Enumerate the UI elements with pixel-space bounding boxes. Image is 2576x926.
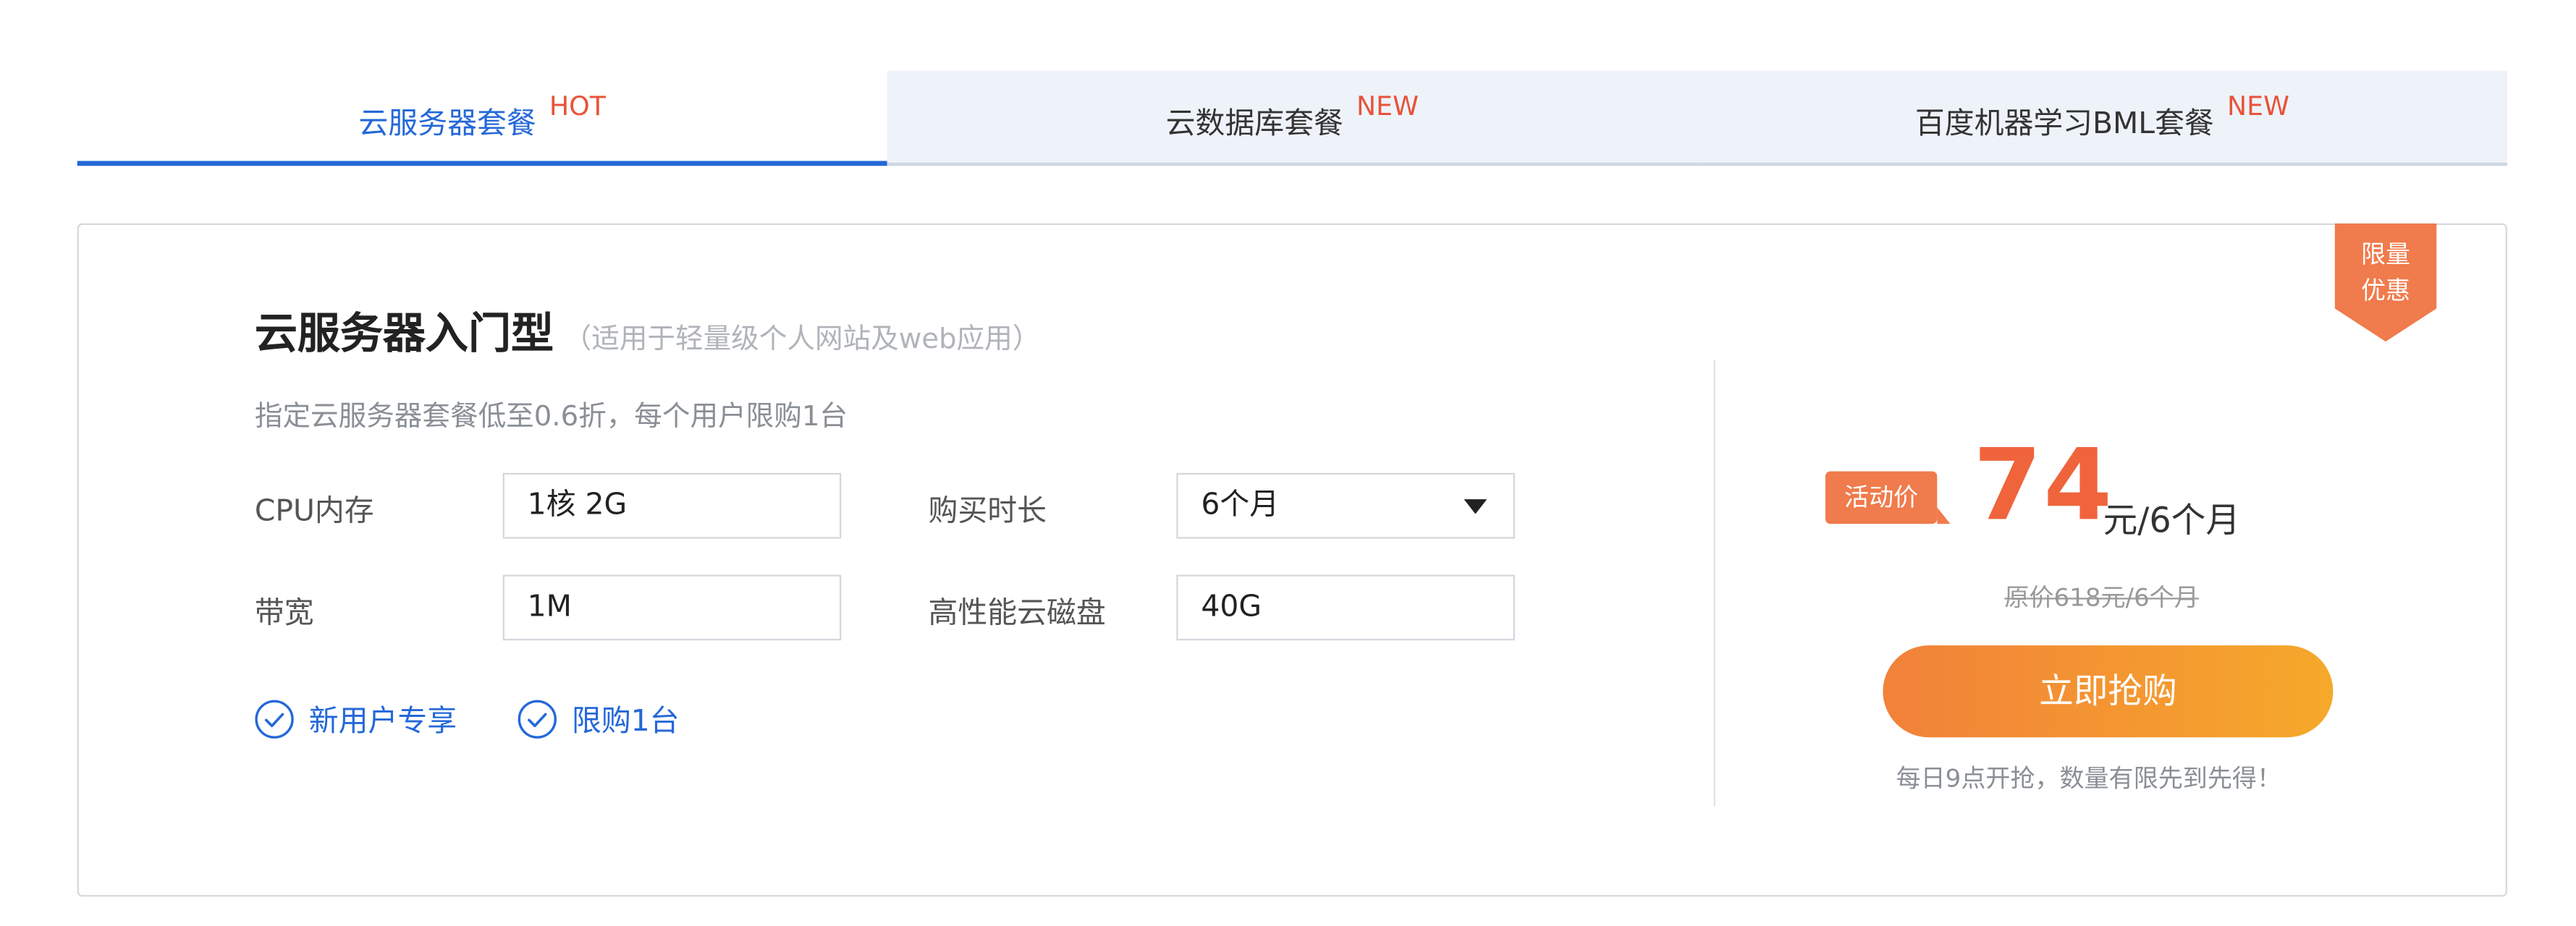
page: 云服务器套餐 HOT 云数据库套餐 NEW 百度机器学习BML套餐 NEW 限量 优惠… [0,0,2576,926]
original-price: 原价618元/6个月 [2004,582,2199,613]
buy-now-button[interactable]: 立即抢购 [1883,645,2334,738]
disk-label: 高性能云磁盘 [928,596,1106,631]
tab-label-wrap: 云数据库套餐 NEW [887,90,1697,143]
tab-label-wrap: 百度机器学习BML套餐 NEW [1697,90,2507,143]
tab-cloud-database[interactable]: 云数据库套餐 NEW [887,70,1697,166]
plan-subtitle: （适用于轻量级个人网站及web应用） [563,323,1041,357]
perk-label: 限购1台 [571,704,680,739]
check-circle-icon [518,700,557,739]
tab-badge-new: NEW [1356,90,1419,122]
cpu-memory-field[interactable]: 1核 2G [502,472,842,539]
tab-cloud-server-label: 云服务器套餐 [358,106,536,142]
plan-card: 限量 优惠 云服务器入门型 （适用于轻量级个人网站及web应用） 指定云服务器套餐… [77,223,2508,897]
cpu-memory-label: CPU内存 [254,494,374,529]
tab-bml[interactable]: 百度机器学习BML套餐 NEW [1697,70,2508,166]
vertical-divider [1713,360,1715,807]
duration-value: 6个月 [1201,488,1280,522]
price-value: 74 [1973,428,2114,544]
perk-label: 新用户专享 [308,704,457,739]
check-circle-icon [255,700,294,739]
tab-cloud-server[interactable]: 云服务器套餐 HOT [77,70,887,166]
tab-badge-hot: HOT [549,90,606,122]
duration-select[interactable]: 6个月 [1176,472,1515,539]
ribbon-line-1: 限量 [2360,239,2411,270]
duration-label: 购买时长 [928,494,1047,529]
bandwidth-label: 带宽 [254,596,314,631]
price-unit: 元/6个月 [2103,501,2241,540]
perk-new-user: 新用户专享 [255,698,457,741]
caret-down-icon [1464,499,1487,514]
plan-title: 云服务器入门型 [254,310,554,360]
activity-price-badge: 活动价 [1825,471,1951,524]
ribbon-line-2: 优惠 [2360,276,2411,306]
perk-limit-one: 限购1台 [518,698,680,741]
tab-badge-new: NEW [2226,90,2290,122]
plan-description: 指定云服务器套餐低至0.6折，每个用户限购1台 [254,400,848,434]
tab-label-wrap: 云服务器套餐 HOT [77,90,887,143]
bandwidth-field[interactable]: 1M [502,574,842,641]
disk-field[interactable]: 40G [1176,574,1515,641]
tab-cloud-database-label: 云数据库套餐 [1165,106,1343,142]
product-tabs: 云服务器套餐 HOT 云数据库套餐 NEW 百度机器学习BML套餐 NEW [77,70,2508,166]
tab-bml-label: 百度机器学习BML套餐 [1914,106,2214,142]
plan-title-row: 云服务器入门型 （适用于轻量级个人网站及web应用） [255,300,1040,361]
purchase-note: 每日9点开抢，数量有限先到先得！ [1896,763,2282,794]
limited-offer-ribbon: 限量 优惠 [2334,223,2437,342]
